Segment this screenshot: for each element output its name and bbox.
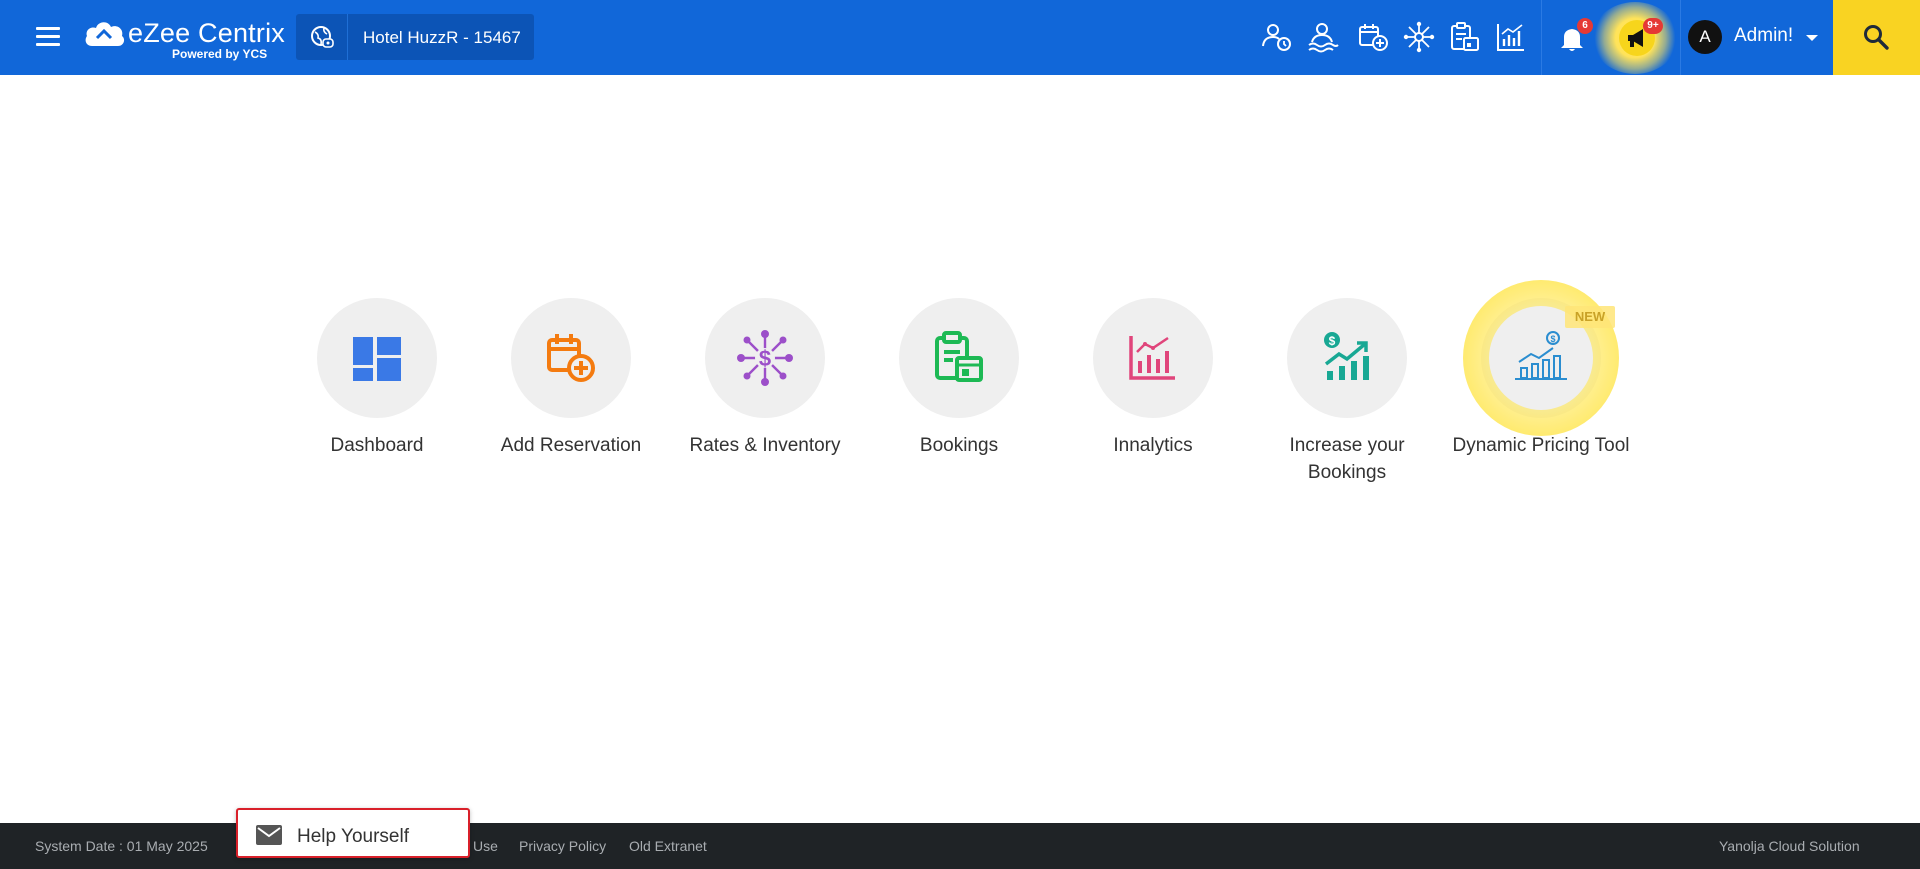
search-button[interactable]: [1833, 0, 1920, 75]
old-extranet-link[interactable]: Old Extranet: [629, 838, 707, 854]
tile-rates-inventory-circle: $: [705, 298, 825, 418]
top-header: eZee Centrix Powered by YCS Hotel HuzzR …: [0, 0, 1920, 75]
guest-wave-icon[interactable]: [1306, 20, 1340, 54]
svg-text:$: $: [1550, 334, 1555, 344]
tile-innalytics-label: Innalytics: [1113, 435, 1193, 456]
growth-dollar-icon: $: [1324, 332, 1369, 380]
privacy-link[interactable]: Privacy Policy: [519, 838, 606, 854]
calendar-add-icon: [547, 334, 595, 382]
help-yourself-button[interactable]: Help Yourself: [236, 808, 470, 858]
rates-network-icon[interactable]: [1402, 20, 1436, 54]
tile-dynamic-pricing-label: Dynamic Pricing Tool: [1452, 435, 1630, 456]
hotel-globe-icon: [296, 14, 348, 60]
tile-dashboard-label: Dashboard: [330, 435, 424, 456]
hotel-name: Hotel HuzzR - 15467: [363, 28, 521, 47]
new-badge: NEW: [1565, 306, 1615, 328]
tile-increase-bookings-circle: $: [1287, 298, 1407, 418]
tile-add-reservation[interactable]: Add Reservation: [476, 298, 666, 459]
analytics-chart-icon: [1129, 336, 1175, 380]
cloud-logo-icon: [85, 22, 125, 46]
announcement-count-badge: 9+: [1643, 18, 1663, 34]
tile-increase-bookings-label: Increase your Bookings: [1289, 435, 1405, 483]
tile-innalytics-circle: [1093, 298, 1213, 418]
tile-add-reservation-circle: [511, 298, 631, 418]
dashboard-icon: [353, 337, 401, 381]
chevron-down-icon[interactable]: [1806, 35, 1818, 41]
pricing-chart-icon: $: [1515, 331, 1567, 380]
tile-bookings[interactable]: Bookings: [864, 298, 1054, 459]
hotel-id: 15467: [473, 28, 521, 47]
analytics-chart-icon[interactable]: [1494, 20, 1528, 54]
bookings-clipboard-icon: [935, 331, 983, 382]
tile-rates-inventory[interactable]: $ Rates & Inventory: [670, 298, 860, 459]
tile-bookings-circle: [899, 298, 1019, 418]
tile-rates-inventory-label: Rates & Inventory: [689, 435, 841, 456]
header-divider: [1541, 0, 1542, 75]
terms-link[interactable]: Use: [473, 838, 498, 854]
system-date: System Date : 01 May 2025: [35, 838, 208, 854]
tile-bookings-label: Bookings: [919, 435, 999, 456]
svg-text:$: $: [759, 346, 771, 371]
user-name[interactable]: Admin!: [1734, 25, 1793, 47]
guest-clock-icon[interactable]: [1260, 20, 1294, 54]
notification-count-badge: 6: [1577, 18, 1593, 34]
tile-increase-bookings[interactable]: $ Increase your Bookings: [1252, 298, 1442, 486]
help-yourself-label: Help Yourself: [297, 826, 409, 847]
hotel-selector[interactable]: Hotel HuzzR - 15467: [296, 14, 534, 60]
bookings-clipboard-icon[interactable]: [1448, 20, 1482, 54]
tile-innalytics[interactable]: Innalytics: [1058, 298, 1248, 459]
quick-access-tiles: Dashboard Add Reservation $ Rates & Inve…: [0, 280, 1920, 498]
tile-dashboard-circle: [317, 298, 437, 418]
header-divider: [1680, 0, 1681, 75]
brand-name: eZee Centrix: [128, 18, 285, 48]
tile-add-reservation-label: Add Reservation: [500, 435, 642, 456]
search-icon: [1864, 25, 1889, 50]
brand-sub: Powered by YCS: [172, 47, 268, 61]
avatar[interactable]: A: [1688, 20, 1722, 54]
company-name: Yanolja Cloud Solution: [1719, 838, 1860, 854]
calendar-add-icon[interactable]: [1356, 20, 1390, 54]
brand-logo[interactable]: eZee Centrix Powered by YCS: [84, 14, 285, 64]
menu-icon[interactable]: [36, 27, 62, 47]
rates-network-icon: $: [737, 330, 793, 386]
svg-text:$: $: [1329, 334, 1336, 348]
mail-icon: [256, 825, 282, 845]
tile-dashboard[interactable]: Dashboard: [282, 298, 472, 459]
